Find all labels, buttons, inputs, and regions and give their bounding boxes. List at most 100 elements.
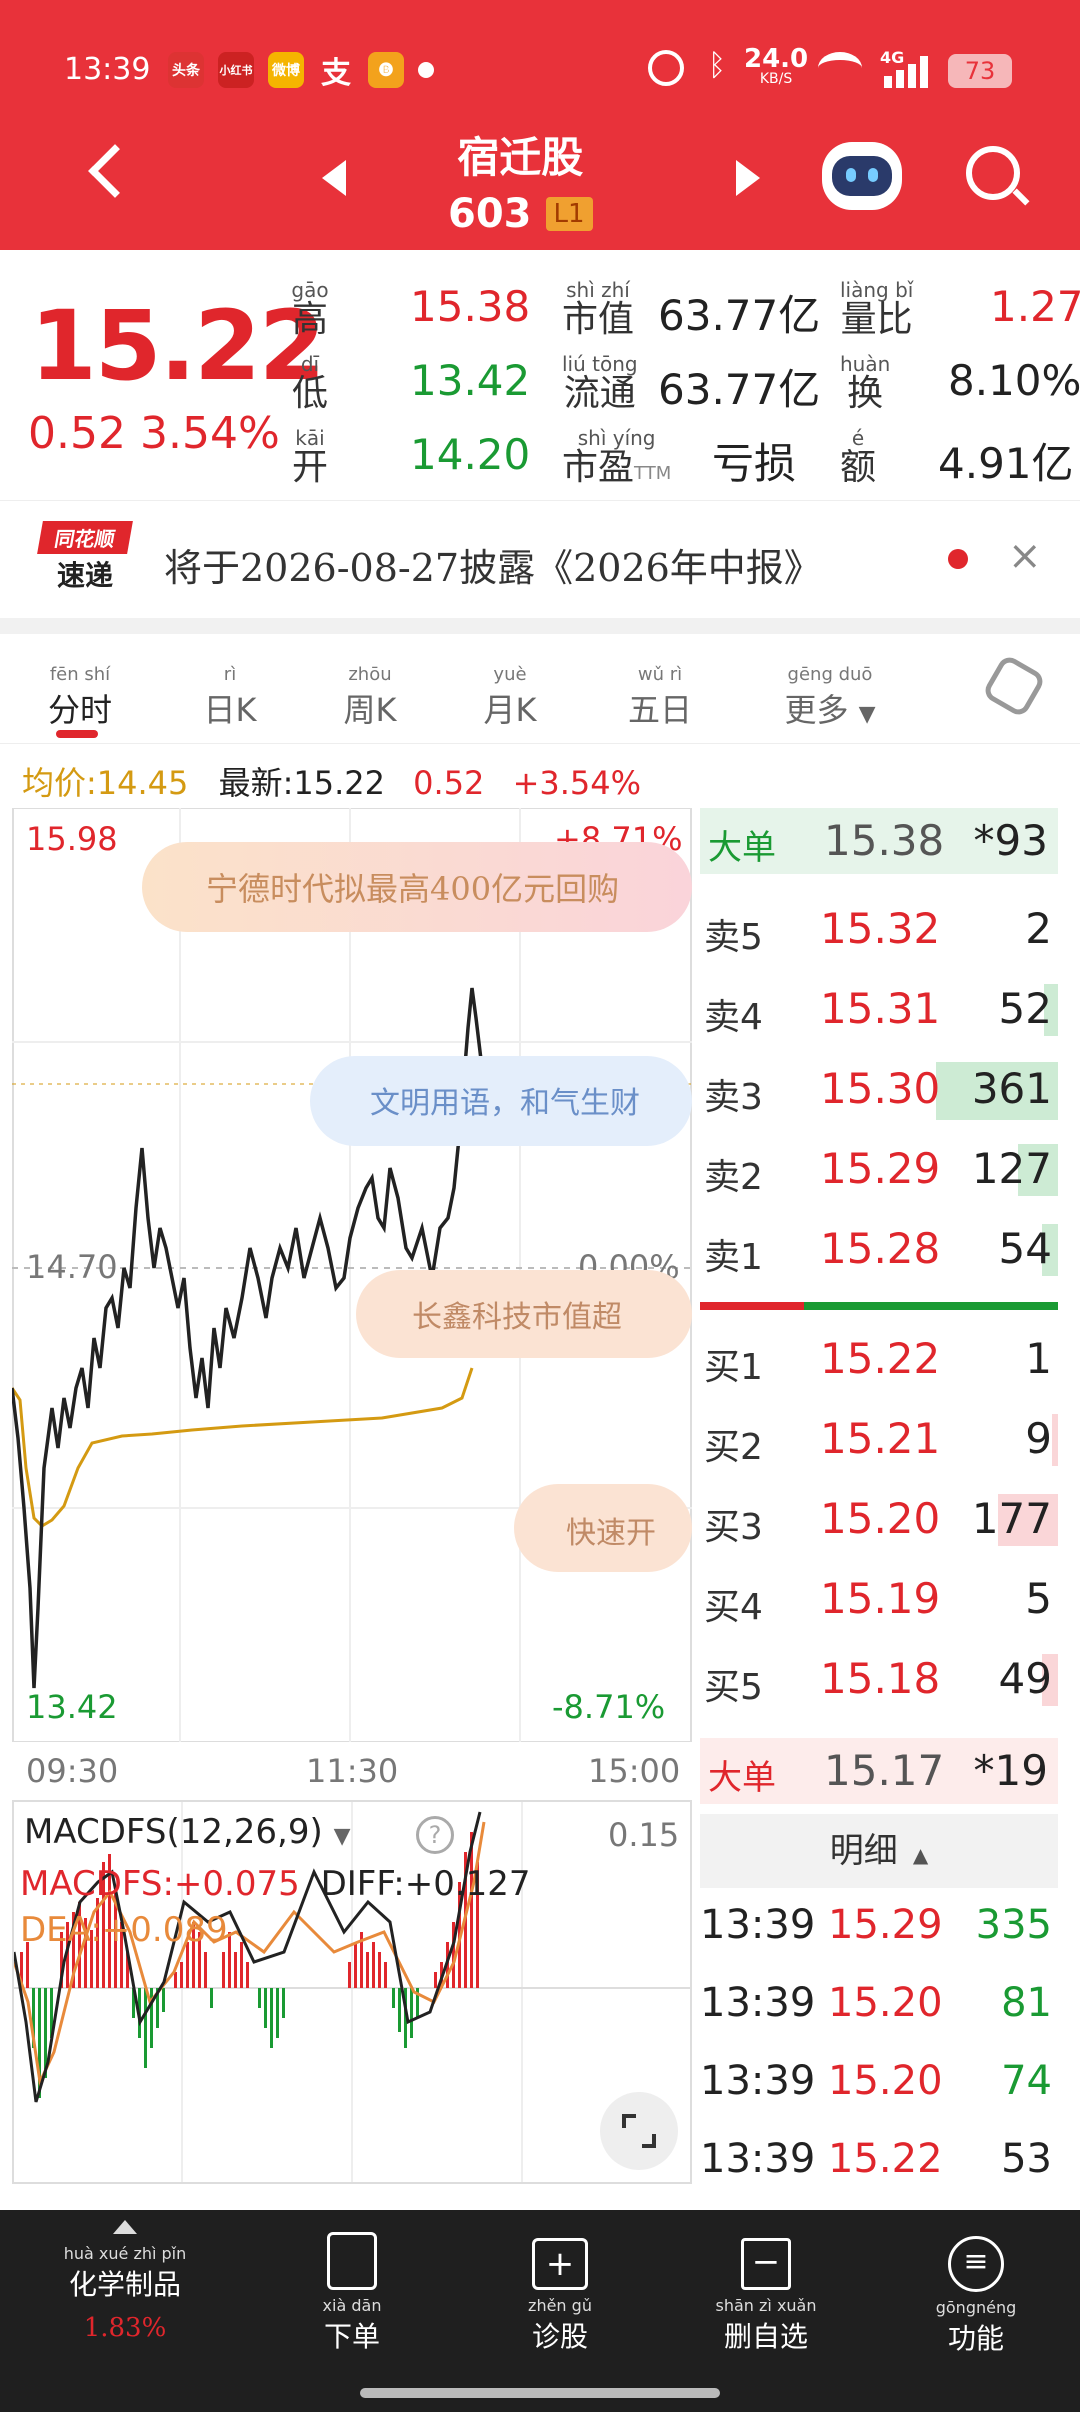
big-sell-order[interactable]: 大单 15.38 *93 [700,808,1058,874]
macd-title[interactable]: MACDFS(12,26,9) ▼ [24,1812,351,1852]
net-speed-unit: KB/S [759,71,793,87]
amount-label: é额 [840,426,877,488]
trade-detail-label: 明细 [829,1831,898,1871]
price-change-pct: 3.54% [140,408,280,459]
big-sell-price: 15.38 [824,816,945,865]
header-bar: 13:39 头条 小红书 微博 支 🅑 ᛒ 24.0 KB/S 4G 73 宿迁… [0,0,1080,250]
big-sell-label: 大单 [708,828,776,868]
unread-dot-icon [948,549,968,569]
high-value: 15.38 [410,282,531,331]
tick-row: 13:39 15.29 335 [700,1902,1052,1948]
nav-diagnose[interactable]: + zhěn gǔ 诊股 [490,2232,630,2355]
time-start: 09:30 [26,1752,119,1790]
chart-tabs: fēn shí 分时 rì 日K zhōu 周K yuè 月K wǔ rì 五日 gēng… [0,634,1080,744]
tab-weekly-k[interactable]: zhōu 周K [320,664,420,731]
open-value: 14.20 [410,430,531,479]
settings-hexagon-icon[interactable] [981,653,1047,719]
status-app-icons: 头条 小红书 微博 支 🅑 [168,52,434,91]
bid-row[interactable]: 买3 15.20 177 [700,1480,1058,1560]
help-icon[interactable]: ? [416,1816,454,1854]
ask-row[interactable]: 卖3 15.30 361 [700,1050,1058,1130]
bid-row[interactable]: 买4 15.19 5 [700,1560,1058,1640]
home-indicator[interactable] [360,2388,720,2398]
low-label: dī 低 [291,352,328,414]
stock-name: 宿迁股 [457,133,584,182]
dea-value: DEA:+0.089 [20,1910,228,1950]
bid-row[interactable]: 买2 15.21 9 [700,1400,1058,1480]
chart-min-pct: -8.71% [552,1688,666,1726]
news-text[interactable]: 将于2026-08-27披露《2026年中报》 [164,537,822,592]
macd-panel[interactable]: MACDFS(12,26,9) ▼ ? 0.15 MACDFS:+0.075 D… [12,1800,692,2184]
bid-levels: 买1 15.22 1 买2 15.21 9 买3 15.20 177 买4 15… [700,1320,1058,1720]
menu-icon: ≡ [948,2236,1004,2292]
app-icon: 小红书 [218,52,254,88]
high-label: gāo 高 [291,278,329,340]
macd-chart-svg [12,1802,690,2182]
bluetooth-icon: ᛒ [708,48,726,83]
ask-row[interactable]: 卖2 15.29 127 [700,1130,1058,1210]
tick-row: 13:39 15.22 53 [700,2136,1052,2182]
stock-title[interactable]: 宿迁股 603 L1 [448,124,593,237]
nav-functions[interactable]: ≡ gōngnéng 功能 [906,2232,1046,2357]
back-icon[interactable] [88,144,142,198]
time-end: 15:00 [588,1752,681,1790]
intraday-chart[interactable]: 15.98 +8.71% 14.70 0.00% 13.42 -8.71% 宁德… [10,807,692,1743]
ask-row[interactable]: 卖5 15.32 2 [700,890,1058,970]
volume-ratio-label: liàng bǐ 量比 [840,278,914,340]
news-bubble[interactable]: 宁德时代拟最高400亿元回购 [142,842,692,932]
ask-row[interactable]: 卖1 15.28 54 [700,1210,1058,1290]
bid-ask-ratio-bar-red [700,1302,804,1310]
news-bubble[interactable]: 长鑫科技市值超 [356,1270,692,1358]
tab-more[interactable]: gēng duō 更多 ▼ [770,664,890,731]
news-bar[interactable]: 同花顺 速递 将于2026-08-27披露《2026年中报》 × [0,500,1080,618]
search-icon-handle [1012,188,1030,206]
quote-panel: 15.22 0.52 3.54% gāo 高 15.38 dī 低 13.42 kā… [0,250,1080,500]
news-logo: 同花顺 速递 [37,521,133,597]
nav-place-order[interactable]: xià dān 下单 [282,2232,422,2355]
ask-row[interactable]: 卖4 15.31 52 [700,970,1058,1050]
sector-button[interactable]: huà xué zhì pǐn 化学制品 1.83% [30,2220,220,2343]
remove-icon: − [741,2238,791,2290]
tab-intraday[interactable]: fēn shí 分时 [30,664,130,731]
signal-icon [884,56,928,88]
volume-ratio-value: 1.27 [990,282,1080,331]
order-book: 大单 15.38 *93 卖5 15.32 2 卖4 15.31 52 卖3 1… [694,808,1062,2184]
bottom-nav: huà xué zhì pǐn 化学制品 1.83% xià dān 下单 + z… [0,2210,1080,2412]
turnover-value: 8.10% [948,356,1080,405]
amount-value: 4.91亿 [938,439,1074,488]
bid-ask-ratio-bar-green [804,1302,1058,1310]
nav-remove-watchlist[interactable]: − shān zì xuǎn 删自选 [696,2232,836,2355]
big-buy-vol: *19 [973,1746,1048,1795]
robot-assistant-icon[interactable] [822,142,902,210]
news-bubble[interactable]: 快速开 [514,1484,692,1572]
pe-value: 亏损 [712,439,797,488]
pe-label: shì yíng 市盈TTM [562,426,672,488]
tab-daily-k[interactable]: rì 日K [180,664,280,731]
latest-price-label: 最新:15.22 [218,764,385,802]
app-icon: 头条 [168,52,204,88]
big-buy-order[interactable]: 大单 15.17 *19 [700,1738,1058,1804]
bid-row[interactable]: 买1 15.22 1 [700,1320,1058,1400]
news-logo-top: 同花顺 [37,521,133,554]
tab-monthly-k[interactable]: yuè 月K [460,664,560,731]
sector-name: 化学制品 [68,2268,181,2301]
news-bubble[interactable]: 文明用语，和气生财 [310,1056,692,1146]
prev-stock-icon[interactable] [322,160,346,196]
bid-row[interactable]: 买5 15.18 49 [700,1640,1058,1720]
pe-suffix: TTM [634,463,672,484]
next-stock-icon[interactable] [736,160,760,196]
app-icon: 微博 [268,52,304,88]
mktcap-label: shì zhí 市值 [562,278,635,340]
tab-five-day[interactable]: wǔ rì 五日 [610,664,710,731]
close-icon[interactable]: × [1008,533,1042,579]
tick-row: 13:39 15.20 74 [700,2058,1052,2104]
open-label: kāi 开 [291,426,328,488]
avg-price-label: 均价:14.45 [22,764,189,802]
chevron-up-icon [113,2220,137,2234]
trade-detail-toggle[interactable]: 明细 ▲ [700,1814,1058,1888]
macd-values: MACDFS:+0.075 DIFF:+0.127 [20,1864,531,1904]
expand-icon[interactable] [600,2092,678,2170]
active-tab-indicator [56,730,98,738]
news-logo-bottom: 速递 [56,559,113,592]
app-icon: 支 [321,56,351,91]
